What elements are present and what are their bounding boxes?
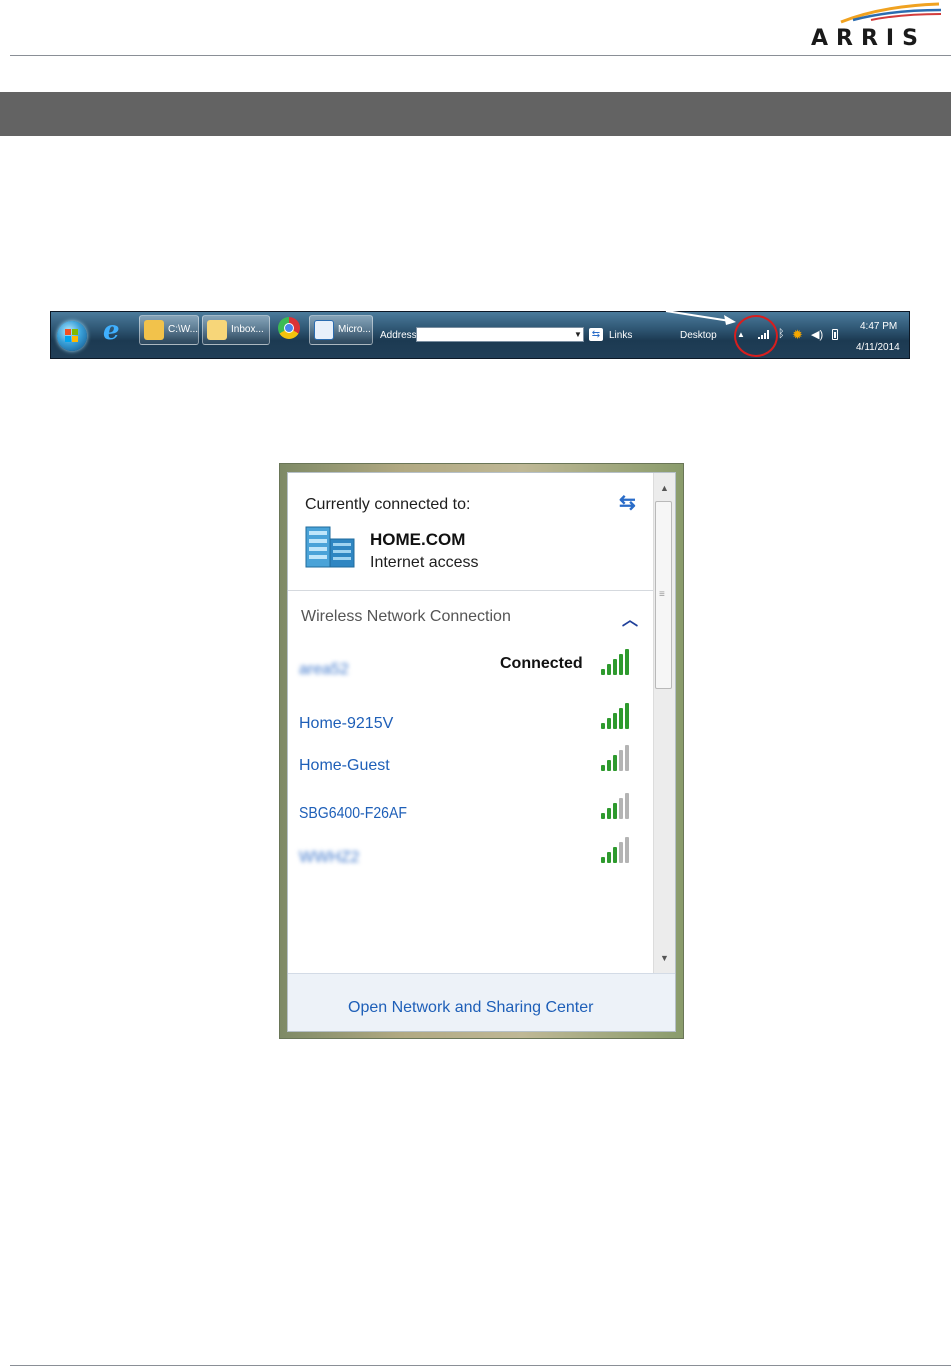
address-dropdown-icon[interactable]: ▼ (574, 330, 582, 339)
network-popup-window: Currently connected to: ⇆ HOME.COM Inter… (279, 463, 684, 1039)
volume-icon[interactable]: ◀) (811, 328, 823, 341)
address-input[interactable] (416, 327, 584, 342)
sun-icon[interactable]: ✹ (792, 327, 803, 343)
wifi-signal-strength-icon (601, 837, 635, 863)
network-building-icon (305, 526, 355, 568)
go-arrow-icon[interactable]: ⇆ (589, 328, 603, 341)
connection-status: Connected (500, 655, 583, 672)
chrome-icon[interactable] (278, 317, 300, 339)
links-toolbar-label[interactable]: Links (609, 330, 632, 341)
lync-icon (314, 320, 334, 340)
windows-flag-icon (65, 329, 79, 343)
wireless-network-row[interactable]: Home-Guest (288, 745, 653, 785)
section-header-bar (0, 92, 951, 136)
currently-connected-label: Currently connected to: (305, 496, 471, 513)
start-button[interactable] (57, 321, 87, 351)
taskbar-button-label: C:\W... (168, 324, 198, 335)
network-ssid: Home-9215V (299, 715, 394, 732)
mail-icon (207, 320, 227, 340)
folder-icon (144, 320, 164, 340)
battery-icon[interactable] (832, 329, 838, 340)
network-popup-panel: Currently connected to: ⇆ HOME.COM Inter… (287, 472, 676, 1032)
taskbar-button-label: Micro... (338, 324, 371, 335)
bluetooth-icon[interactable]: ᛒ (778, 328, 785, 340)
network-ssid: SBG6400-F26AF (299, 805, 408, 822)
wireless-network-row[interactable]: SBG6400-F26AF (288, 793, 653, 833)
current-network-status: Internet access (370, 554, 479, 571)
address-toolbar-label: Address (380, 330, 417, 341)
scroll-up-arrow-icon[interactable]: ▲ (660, 483, 669, 493)
wifi-signal-strength-icon (601, 793, 635, 819)
refresh-icon[interactable]: ⇆ (619, 490, 636, 515)
chevron-up-icon[interactable]: ︿ (622, 606, 638, 630)
wifi-signal-strength-icon (601, 745, 635, 771)
header-rule (10, 55, 951, 56)
wireless-network-row[interactable]: area52 Connected (288, 649, 653, 689)
wifi-signal-strength-icon (601, 703, 635, 729)
taskbar-button-outlook[interactable]: Inbox... (202, 315, 270, 345)
wireless-network-row[interactable]: Home-9215V (288, 703, 653, 743)
taskbar-button-explorer[interactable]: C:\W... (139, 315, 199, 345)
pointer-arrow-icon (665, 310, 736, 325)
clock-time[interactable]: 4:47 PM (860, 321, 897, 332)
desktop-toolbar-label[interactable]: Desktop (680, 330, 717, 341)
taskbar-button-lync[interactable]: Micro... (309, 315, 373, 345)
windows-taskbar: e C:\W... Inbox... Micro... Address ▼ ⇆ … (50, 311, 910, 359)
wifi-signal-strength-icon (601, 649, 635, 675)
scroll-down-arrow-icon[interactable]: ▼ (660, 953, 669, 963)
tray-highlight-circle (734, 315, 778, 357)
internet-explorer-icon[interactable]: e (103, 316, 120, 346)
open-network-sharing-center-link[interactable]: Open Network and Sharing Center (348, 999, 593, 1017)
wireless-network-row[interactable]: WWHZ2 (288, 837, 653, 877)
clock-date[interactable]: 4/11/2014 (856, 342, 900, 353)
network-ssid: Home-Guest (299, 757, 390, 774)
arris-logo: ARRIS (801, 0, 951, 51)
wireless-connection-header[interactable]: Wireless Network Connection (301, 608, 511, 626)
taskbar-button-label: Inbox... (231, 324, 264, 335)
logo-text: ARRIS (811, 26, 926, 51)
scrollbar-grip-icon: ≡ (659, 589, 665, 600)
section-divider (288, 590, 653, 591)
network-ssid: WWHZ2 (299, 849, 360, 866)
footer-rule (10, 1365, 951, 1366)
current-network-name: HOME.COM (370, 530, 466, 549)
network-ssid: area52 (299, 661, 349, 678)
